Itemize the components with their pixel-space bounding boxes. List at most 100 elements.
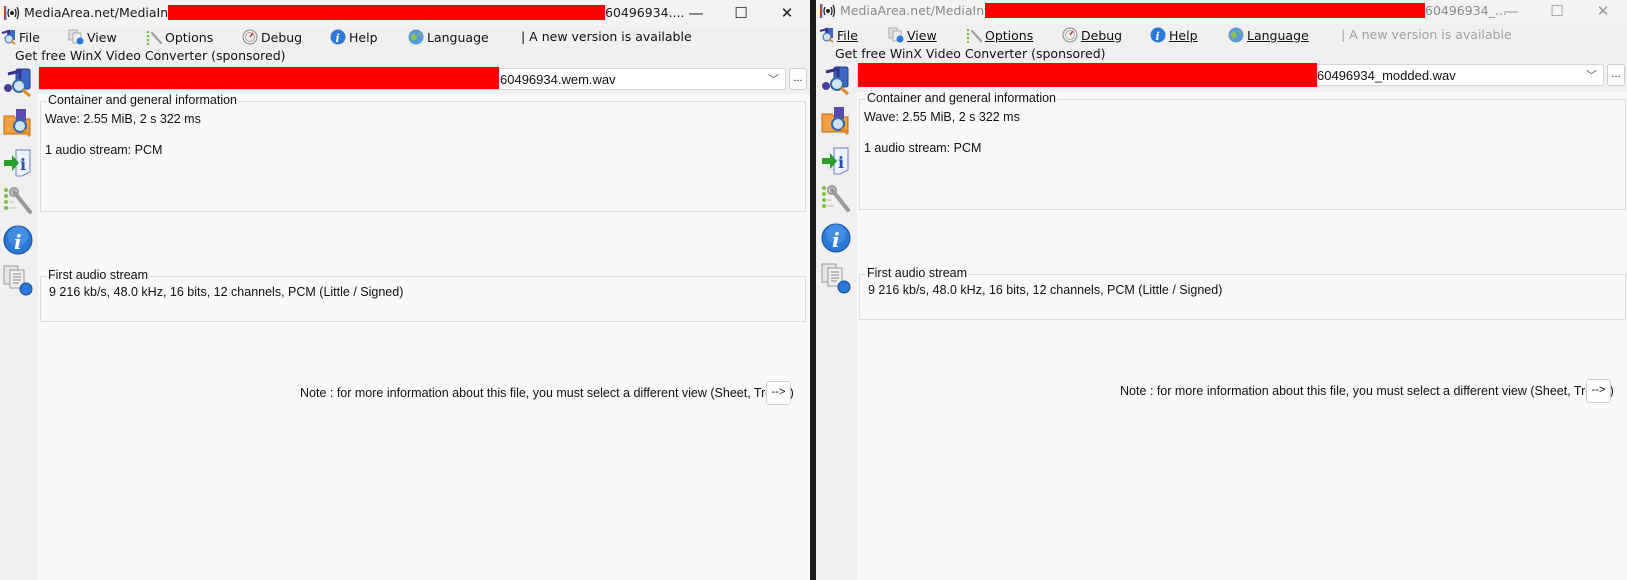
audio-line-1: 9 216 kb/s, 48.0 kHz, 16 bits, 12 channe… bbox=[868, 283, 1223, 297]
general-line-3: 1 audio stream: PCM bbox=[864, 141, 982, 155]
mediainfo-window-right: MediaArea.net/MediaInfo - 60496934_... —… bbox=[816, 0, 1627, 580]
chevron-down-icon[interactable]: ﹀ bbox=[768, 71, 779, 87]
menu-view[interactable]: View bbox=[888, 26, 937, 44]
redacted-file-path bbox=[39, 67, 499, 89]
group-audio: First audio stream 9 216 kb/s, 48.0 kHz,… bbox=[40, 268, 806, 322]
view-icon bbox=[888, 27, 904, 43]
file-select-value: 60496934.wem.wav bbox=[500, 72, 616, 87]
sponsored-link[interactable]: Get free WinX Video Converter (sponsored… bbox=[835, 46, 1106, 61]
group-general: Container and general information Wave: … bbox=[859, 91, 1626, 210]
next-view-button[interactable]: --> bbox=[766, 381, 791, 405]
close-button[interactable]: ✕ bbox=[1580, 0, 1626, 24]
open-folder-icon[interactable] bbox=[2, 106, 34, 138]
new-version-link[interactable]: | A new version is available bbox=[521, 29, 692, 44]
group-audio: First audio stream 9 216 kb/s, 48.0 kHz,… bbox=[859, 266, 1626, 320]
menu-file-label: File bbox=[837, 27, 858, 43]
sponsored-link[interactable]: Get free WinX Video Converter (sponsored… bbox=[15, 48, 286, 63]
chevron-down-icon[interactable]: ﹀ bbox=[1586, 67, 1597, 83]
title-bar[interactable]: MediaArea.net/MediaInfo - 60496934.... —… bbox=[0, 0, 810, 26]
view-note: Note : for more information about this f… bbox=[300, 386, 794, 400]
maximize-button[interactable]: ☐ bbox=[1534, 0, 1580, 24]
open-folder-icon[interactable] bbox=[820, 104, 852, 136]
title-bar[interactable]: MediaArea.net/MediaInfo - 60496934_... —… bbox=[816, 0, 1627, 24]
export-icon[interactable] bbox=[2, 146, 34, 178]
menu-view-label: View bbox=[907, 27, 937, 43]
menu-debug-label: Debug bbox=[261, 29, 303, 45]
menu-help-label: Help bbox=[349, 29, 378, 45]
general-line-1: Wave: 2.55 MiB, 2 s 322 ms bbox=[864, 110, 1020, 124]
mediainfo-app-icon bbox=[4, 5, 20, 21]
group-general: Container and general information Wave: … bbox=[40, 93, 806, 212]
export-icon[interactable] bbox=[820, 144, 852, 176]
menu-file-label: File bbox=[19, 29, 40, 45]
menu-file[interactable]: File bbox=[818, 26, 858, 44]
info-panel: Container and general information Wave: … bbox=[38, 93, 810, 580]
file-select-combo[interactable]: 60496934.wem.wav ﹀ bbox=[38, 67, 786, 90]
menu-help-label: Help bbox=[1169, 27, 1198, 43]
redacted-title-path bbox=[168, 5, 605, 20]
menu-view-label: View bbox=[87, 29, 117, 45]
menu-bar: File View Options Debug Help Language | … bbox=[0, 27, 810, 47]
menu-language[interactable]: Language bbox=[1228, 26, 1309, 44]
open-file-icon[interactable] bbox=[820, 64, 852, 96]
menu-options[interactable]: Options bbox=[966, 26, 1033, 44]
file-open-icon bbox=[818, 27, 834, 43]
language-globe-icon bbox=[1228, 27, 1244, 43]
menu-debug-label: Debug bbox=[1081, 27, 1123, 43]
mediainfo-window-left: MediaArea.net/MediaInfo - 60496934.... —… bbox=[0, 0, 810, 580]
minimize-button[interactable]: — bbox=[673, 0, 719, 26]
general-line-1: Wave: 2.55 MiB, 2 s 322 ms bbox=[45, 112, 201, 126]
redacted-title-path bbox=[985, 3, 1425, 18]
group-general-title: Container and general information bbox=[866, 91, 1058, 105]
file-select-value: 60496934_modded.wav bbox=[1317, 68, 1456, 83]
browse-button[interactable]: ... bbox=[1607, 64, 1625, 86]
audio-line-1: 9 216 kb/s, 48.0 kHz, 16 bits, 12 channe… bbox=[49, 285, 404, 299]
preferences-icon[interactable] bbox=[2, 184, 34, 216]
group-audio-title: First audio stream bbox=[47, 268, 150, 282]
options-icon bbox=[146, 29, 162, 45]
new-version-link[interactable]: | A new version is available bbox=[1341, 27, 1512, 42]
open-file-icon[interactable] bbox=[2, 66, 34, 98]
menu-language[interactable]: Language bbox=[408, 28, 489, 46]
menu-view[interactable]: View bbox=[68, 28, 117, 46]
file-select-combo[interactable]: 60496934_modded.wav ﹀ bbox=[857, 63, 1604, 87]
menu-debug[interactable]: Debug bbox=[242, 28, 302, 46]
info-panel: Container and general information Wave: … bbox=[857, 91, 1627, 580]
debug-icon bbox=[242, 29, 258, 45]
menu-help[interactable]: Help bbox=[330, 28, 378, 46]
help-icon bbox=[330, 29, 346, 45]
menu-language-label: Language bbox=[1247, 27, 1309, 43]
group-general-title: Container and general information bbox=[47, 93, 239, 107]
sheet-view-icon[interactable] bbox=[820, 262, 852, 294]
preferences-icon[interactable] bbox=[820, 182, 852, 214]
menu-bar: File View Options Debug Help Language | … bbox=[816, 25, 1627, 45]
menu-options-label: Options bbox=[985, 27, 1034, 43]
next-view-button[interactable]: --> bbox=[1586, 379, 1611, 403]
menu-options[interactable]: Options bbox=[146, 28, 213, 46]
minimize-button[interactable]: — bbox=[1488, 0, 1534, 24]
general-line-3: 1 audio stream: PCM bbox=[45, 143, 163, 157]
view-icon bbox=[68, 29, 84, 45]
window-title: MediaArea.net/MediaInfo - bbox=[840, 3, 1005, 18]
menu-language-label: Language bbox=[427, 29, 489, 45]
window-title: MediaArea.net/MediaInfo - bbox=[24, 5, 189, 20]
redacted-file-path bbox=[858, 63, 1317, 87]
help-icon bbox=[1150, 27, 1166, 43]
menu-debug[interactable]: Debug bbox=[1062, 26, 1122, 44]
about-icon[interactable] bbox=[820, 222, 852, 254]
browse-button[interactable]: ... bbox=[789, 68, 807, 90]
mediainfo-app-icon bbox=[820, 3, 836, 19]
close-button[interactable]: ✕ bbox=[764, 0, 810, 26]
debug-icon bbox=[1062, 27, 1078, 43]
options-icon bbox=[966, 27, 982, 43]
file-open-icon bbox=[0, 29, 16, 45]
about-icon[interactable] bbox=[2, 224, 34, 256]
menu-options-label: Options bbox=[165, 29, 214, 45]
view-note: Note : for more information about this f… bbox=[1120, 384, 1614, 398]
language-globe-icon bbox=[408, 29, 424, 45]
menu-help[interactable]: Help bbox=[1150, 26, 1198, 44]
maximize-button[interactable]: ☐ bbox=[718, 0, 764, 26]
menu-file[interactable]: File bbox=[0, 28, 40, 46]
sheet-view-icon[interactable] bbox=[2, 264, 34, 296]
group-audio-title: First audio stream bbox=[866, 266, 969, 280]
